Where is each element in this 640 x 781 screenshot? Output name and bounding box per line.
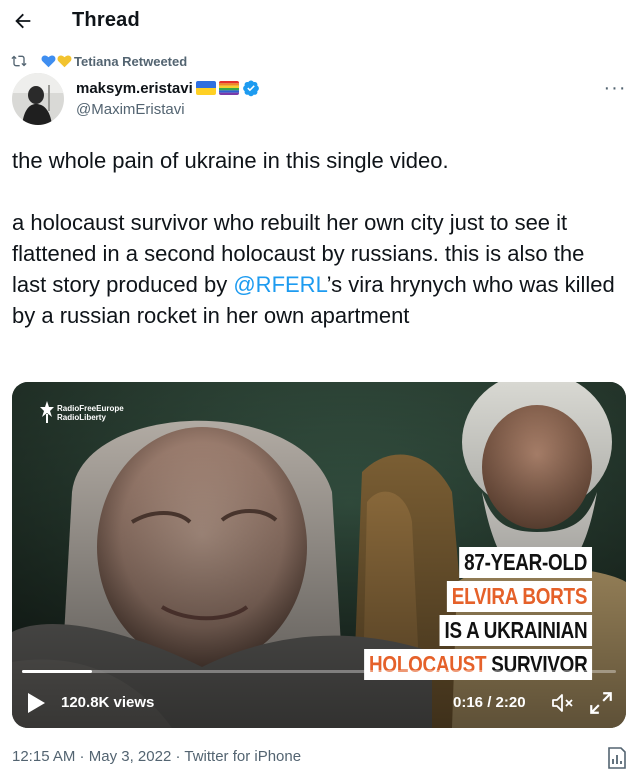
- author-handle[interactable]: @MaximEristavi: [76, 101, 260, 118]
- retweeted-by-label[interactable]: Tetiana Retweeted: [74, 54, 187, 69]
- tweet-date[interactable]: May 3, 2022: [89, 748, 172, 765]
- more-dots-icon: ···: [603, 76, 627, 99]
- more-options-button[interactable]: ···: [600, 76, 630, 99]
- tweet-text: the whole pain of ukraine in this single…: [12, 145, 622, 331]
- caption-line-1: 87-YEAR-OLD: [459, 547, 592, 578]
- avatar[interactable]: [12, 73, 64, 125]
- play-icon[interactable]: [26, 692, 46, 714]
- author-display-name[interactable]: maksym.eristavi: [76, 80, 193, 97]
- meta-separator: ·: [171, 748, 185, 765]
- fullscreen-icon[interactable]: [588, 690, 614, 716]
- back-button[interactable]: [8, 6, 38, 36]
- retweet-context: Tetiana Retweeted: [10, 51, 187, 71]
- blue-heart-icon: [41, 55, 56, 68]
- video-time: 0:16 / 2:20: [453, 694, 526, 711]
- progress-fill: [22, 670, 93, 673]
- tweet-meta: 12:15 AM · May 3, 2022 · Twitter for iPh…: [12, 748, 301, 765]
- tweet-source[interactable]: Twitter for iPhone: [184, 748, 301, 765]
- rainbow-flag-icon: [218, 81, 239, 95]
- logo-line-1: RadioFreeEurope: [57, 404, 124, 413]
- thread-header: Thread: [0, 0, 640, 44]
- caption-line-3: IS A UKRAINIAN: [439, 615, 592, 646]
- caption-line-4: HOLOCAUST SURVIVOR: [363, 649, 592, 680]
- logo-line-2: RadioLiberty: [57, 413, 106, 422]
- retweet-icon: [10, 52, 30, 70]
- video-controls: 120.8K views 0:16 / 2:20: [12, 682, 626, 722]
- verified-badge-icon: [242, 80, 259, 97]
- view-count: 120.8K views: [61, 694, 155, 711]
- ukraine-flag-icon: [195, 81, 216, 95]
- tweet-paragraph-1: the whole pain of ukraine in this single…: [12, 148, 449, 173]
- analytics-icon[interactable]: [606, 746, 628, 770]
- rferl-logo: RadioFreeEurope RadioLiberty: [40, 401, 124, 423]
- caption-rest: SURVIVOR: [485, 651, 588, 677]
- heart-emojis: [41, 54, 73, 68]
- video-caption: 87-YEAR-OLD ELVIRA BORTS IS A UKRAINIAN …: [314, 547, 592, 683]
- caption-line-2: ELVIRA BORTS: [446, 581, 592, 612]
- mention-link[interactable]: @RFERL: [233, 272, 326, 297]
- video-player[interactable]: RadioFreeEurope RadioLiberty 87-YEAR-OLD…: [12, 382, 626, 728]
- author-block: maksym.eristavi @MaximEristavi: [76, 78, 260, 118]
- meta-separator: ·: [75, 748, 89, 765]
- yellow-heart-icon: [57, 55, 72, 68]
- torch-logo-icon: [40, 401, 54, 423]
- progress-bar[interactable]: [22, 670, 616, 673]
- caption-highlight: HOLOCAUST: [368, 651, 486, 677]
- muted-speaker-icon[interactable]: [550, 691, 574, 715]
- arrow-left-icon: [15, 13, 31, 29]
- page-title: Thread: [72, 9, 140, 31]
- tweet-time[interactable]: 12:15 AM: [12, 748, 75, 765]
- tweet-paragraph-2: a holocaust survivor who rebuilt her own…: [12, 207, 622, 331]
